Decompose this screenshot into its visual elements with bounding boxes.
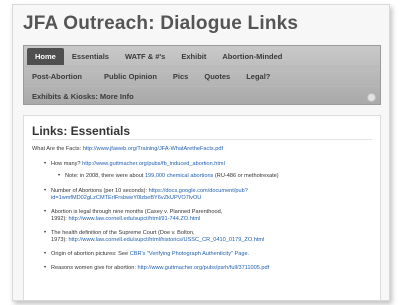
content-title: Links: Essentials [32, 124, 131, 138]
reasons-label: Reasons women give for abortion: [51, 265, 136, 271]
note-post: (RU-486 or methotrexate) [214, 173, 279, 179]
health-year: 1973): [51, 237, 67, 243]
content-panel: Links: Essentials What Are the Facts: ht… [23, 115, 381, 300]
nav-essentials[interactable]: Essentials [64, 48, 117, 65]
health-line: The health definition of the Supreme Cou… [51, 230, 195, 236]
nav-row-3: Exhibits & Kiosks: More Info [24, 87, 142, 106]
bullet-icon: • [44, 209, 47, 215]
origin-link[interactable]: CBR's "Verifying Photograph Authenticity… [130, 251, 249, 257]
page-frame: JFA Outreach: Dialogue Links Home Essent… [12, 4, 390, 301]
reasons-link[interactable]: http://www.guttmacher.org/pubs/psrh/full… [137, 265, 269, 271]
how-many-label: How many? [51, 161, 81, 167]
how-many-link[interactable]: http://www.guttmacher.org/pubs/fb_induce… [82, 161, 225, 167]
legal-year: 1992): [51, 216, 67, 222]
how-many-line: How many? http://www.guttmacher.org/pubs… [51, 161, 225, 168]
title-divider [32, 139, 372, 140]
number-line: Number of Abortions (per 10 seconds): ht… [51, 188, 248, 195]
number-link[interactable]: https://docs.google.com/document/pub? [149, 188, 248, 194]
nav-watf[interactable]: WATF & #'s [117, 48, 173, 65]
note-line: Note: in 2008, there were about 199,000 … [65, 173, 279, 180]
bullet-icon: • [58, 173, 61, 179]
nav-pics[interactable]: Pics [165, 68, 196, 85]
facts-label: What Are the Facts: [32, 146, 82, 152]
nav-corner-icon [367, 93, 376, 102]
bullet-icon: • [44, 251, 47, 257]
site-title: JFA Outreach: Dialogue Links [23, 13, 299, 34]
nav-public-opinion[interactable]: Public Opinion [90, 68, 165, 85]
origin-line: Origin of abortion pictures: See CBR's "… [51, 251, 249, 258]
origin-label: Origin of abortion pictures: See [51, 251, 129, 257]
main-nav: Home Essentials WATF & #'s Exhibit Abort… [23, 45, 381, 105]
bullet-icon: • [44, 161, 47, 167]
nav-exhibits-kiosks[interactable]: Exhibits & Kiosks: More Info [24, 88, 142, 105]
facts-link[interactable]: http://www.jfaweb.org/Training/JFA-WhatA… [83, 146, 223, 152]
nav-quotes[interactable]: Quotes [196, 68, 238, 85]
note-pre: Note: in 2008, there were about [65, 173, 144, 179]
reasons-line: Reasons women give for abortion: http://… [51, 265, 269, 272]
bullet-icon: • [44, 230, 47, 236]
facts-line: What Are the Facts: http://www.jfaweb.or… [32, 146, 223, 153]
legal-line: Abortion is legal through nine months (C… [51, 209, 223, 215]
nav-row-1: Home Essentials WATF & #'s Exhibit Abort… [24, 47, 290, 66]
nav-abortion-minded[interactable]: Abortion-Minded [214, 48, 290, 65]
nav-legal[interactable]: Legal? [238, 68, 278, 85]
bullet-icon: • [44, 188, 47, 194]
nav-row-2: Post-Abortion Public Opinion Pics Quotes… [24, 67, 278, 86]
health-link[interactable]: http://www.law.cornell.edu/supct/html/hi… [68, 237, 264, 243]
legal-line-2: 1992): http://www.law.cornell.edu/supct/… [51, 216, 200, 223]
number-label: Number of Abortions (per 10 seconds): [51, 188, 148, 194]
health-line-2: 1973): http://www.law.cornell.edu/supct/… [51, 237, 264, 244]
nav-home[interactable]: Home [27, 48, 64, 65]
note-link[interactable]: 199,000 chemical abortions [145, 173, 213, 179]
bullet-icon: • [44, 265, 47, 271]
nav-post-abortion[interactable]: Post-Abortion [24, 68, 90, 85]
nav-exhibit[interactable]: Exhibit [173, 48, 214, 65]
number-link-cont[interactable]: id=1wmfMD02gLzCMTErlFrsbweY0lzbeBY6vZkUP… [51, 195, 201, 202]
legal-link[interactable]: http://www.law.cornell.edu/supct/html/91… [68, 216, 200, 222]
